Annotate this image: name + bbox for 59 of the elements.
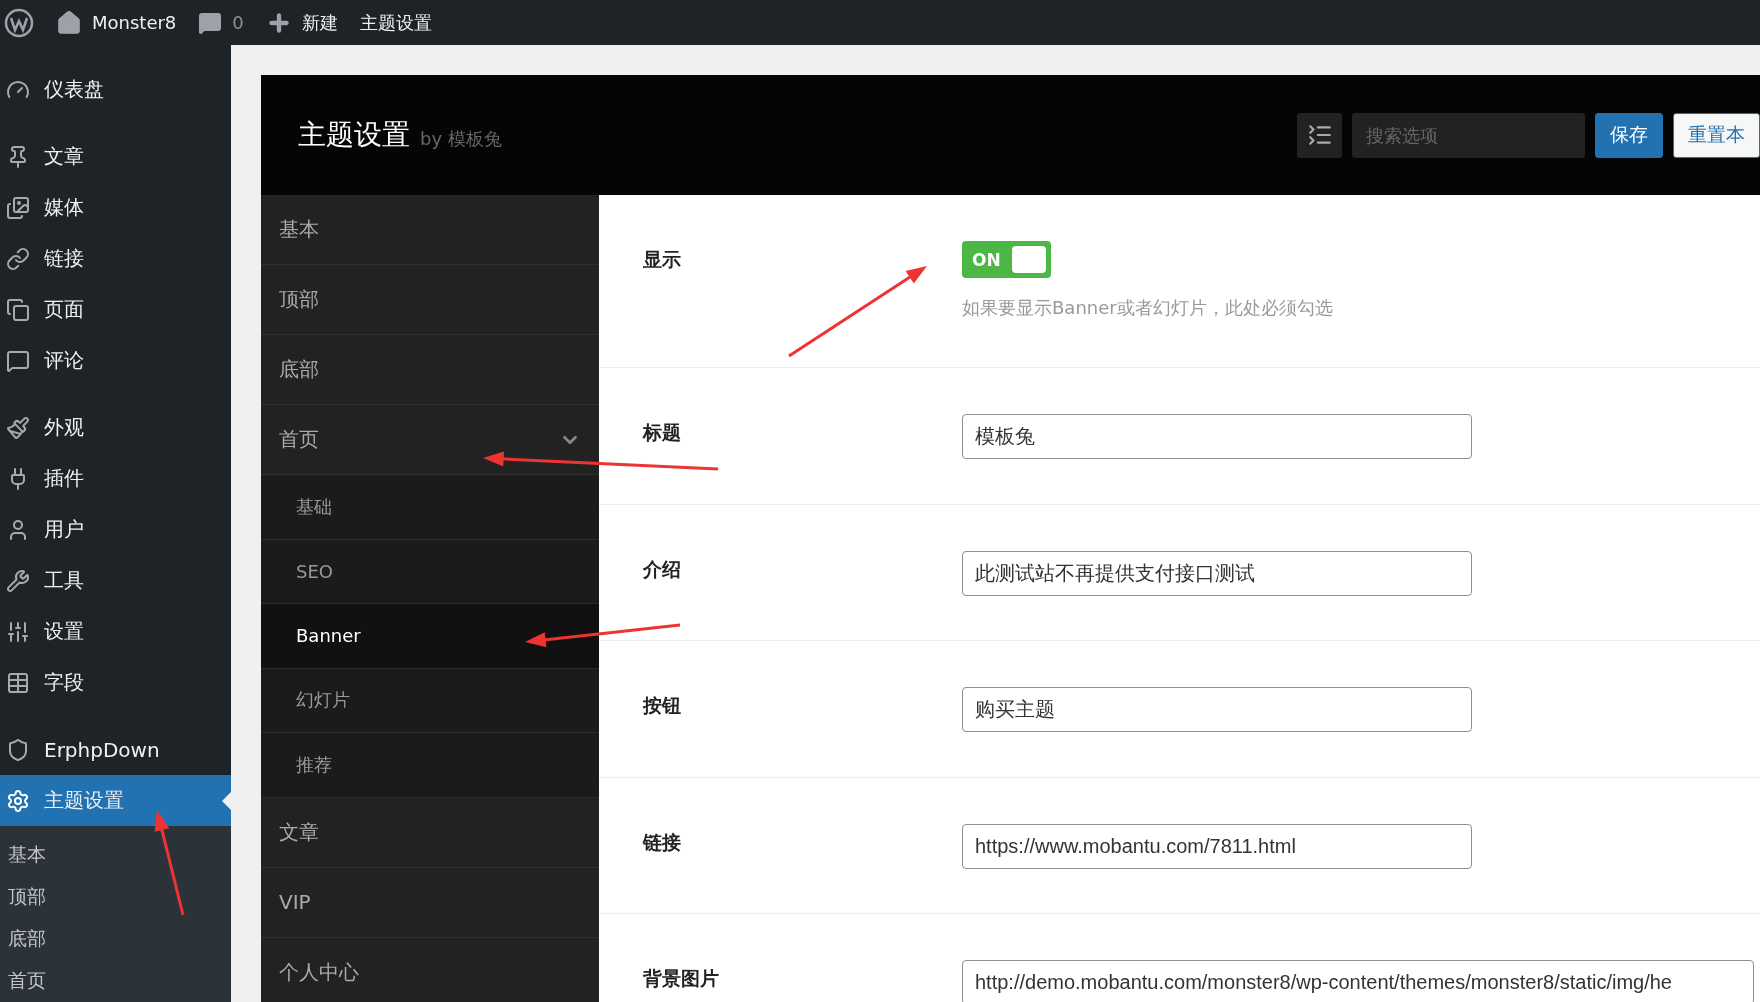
field-label: 标题 (643, 420, 681, 445)
sidebar-subitem[interactable]: 基本 (0, 834, 231, 876)
text-field[interactable]: https://www.mobantu.com/7811.html (962, 823, 1472, 869)
collapse-button[interactable] (1297, 112, 1342, 158)
search-field[interactable]: 搜索选项 (1352, 112, 1585, 158)
panel-title: 主题设置 (298, 117, 410, 153)
shield-icon (6, 737, 30, 762)
home-icon[interactable] (56, 9, 82, 36)
sidebar-item[interactable]: 工具 (0, 555, 231, 606)
pages-icon (6, 297, 30, 322)
sidebar-item[interactable]: 文章 (0, 131, 231, 182)
field-description: 如果要显示Banner或者幻灯片，此处必须勾选 (962, 296, 1334, 320)
sliders-icon (6, 619, 30, 644)
sidebar-item[interactable]: 字段 (0, 657, 231, 708)
site-name-link[interactable]: Monster8 (92, 12, 177, 33)
sidebar-item[interactable]: 评论 (0, 335, 231, 386)
nav-subitem[interactable]: 推荐 (261, 733, 599, 798)
sidebar-item[interactable]: 页面 (0, 284, 231, 335)
sidebar-item[interactable]: 插件 (0, 453, 231, 504)
comment-icon[interactable] (198, 10, 223, 35)
field-label: 链接 (643, 829, 681, 855)
sidebar-item[interactable]: 外观 (0, 402, 231, 453)
text-field[interactable]: 购买主题 (962, 687, 1472, 732)
speech-bubble-icon (6, 348, 30, 373)
new-link[interactable]: 新建 (301, 10, 338, 35)
sidebar-item[interactable]: 主题设置 (0, 775, 231, 826)
nav-subitem[interactable]: SEO (261, 539, 599, 604)
wrench-icon (6, 568, 30, 593)
save-button[interactable]: 保存 (1595, 112, 1663, 158)
table-icon (6, 670, 30, 695)
comment-count[interactable]: 0 (232, 12, 244, 33)
field-label: 介绍 (643, 556, 681, 582)
nav-subitem[interactable]: 基础 (261, 475, 599, 540)
theme-settings-link[interactable]: 主题设置 (359, 10, 432, 35)
sidebar-item[interactable]: 链接 (0, 233, 231, 284)
field-label: 显示 (643, 247, 681, 272)
sidebar-item[interactable]: ErphpDown (0, 724, 231, 775)
link-icon (6, 246, 30, 271)
nav-subitem[interactable]: 幻灯片 (261, 668, 599, 733)
images-icon (6, 195, 30, 220)
sidebar-item[interactable]: 设置 (0, 606, 231, 657)
sidebar-subitem[interactable]: 首页 (0, 960, 231, 1002)
field-label: 按钮 (643, 693, 681, 718)
panel-byline: by 模板兔 (420, 127, 503, 151)
paintbrush-icon (6, 415, 30, 440)
list-icon (1306, 122, 1333, 148)
sidebar-item[interactable]: 用户 (0, 504, 231, 555)
nav-subitem[interactable]: Banner (261, 604, 599, 669)
field-label: 背景图片 (643, 966, 719, 991)
wordpress-logo-icon[interactable] (4, 7, 34, 38)
sidebar-item[interactable]: 仪表盘 (0, 64, 231, 115)
url-field[interactable]: http://demo.mobantu.com/monster8/wp-content/themes/monster8/static/img/he (962, 960, 1754, 1002)
reset-button[interactable]: 重置本 (1673, 112, 1760, 158)
sidebar-subitem[interactable]: 顶部 (0, 876, 231, 918)
text-field[interactable]: 模板兔 (962, 414, 1472, 459)
sidebar-subitem[interactable]: 底部 (0, 918, 231, 960)
text-field[interactable]: 此测试站不再提供支付接口测试 (962, 550, 1472, 596)
sidebar-item[interactable]: 媒体 (0, 182, 231, 233)
settings-icon (6, 788, 30, 813)
